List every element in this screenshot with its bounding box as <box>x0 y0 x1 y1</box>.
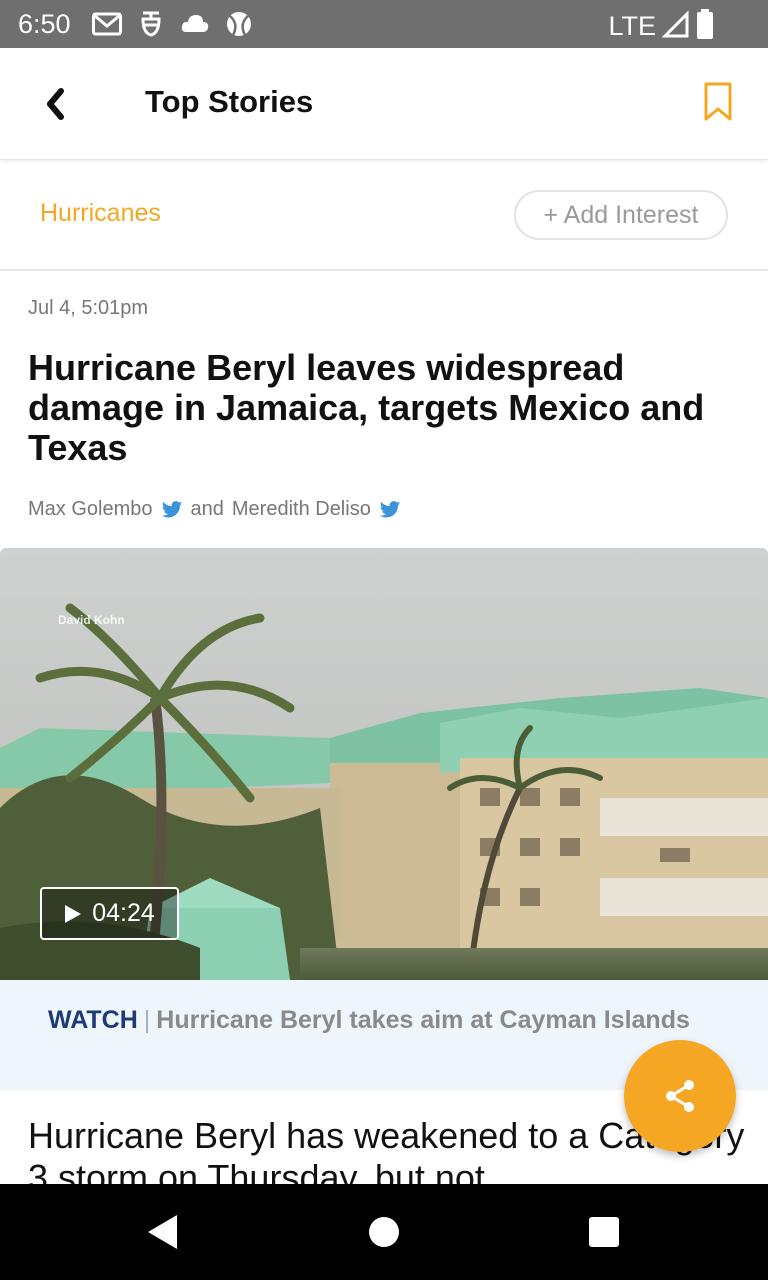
cloud-icon <box>180 10 210 38</box>
interests-row: Hurricanes + Add Interest <box>0 161 768 271</box>
byline-joiner: and <box>190 498 224 520</box>
play-icon <box>65 904 82 923</box>
twitter-icon[interactable] <box>161 500 183 520</box>
chevron-left-icon <box>47 88 64 120</box>
author-name[interactable]: Max Golembo <box>28 498 153 521</box>
watch-label: WATCH <box>48 1006 138 1034</box>
nav-home-button[interactable] <box>364 1212 404 1252</box>
video-player[interactable]: David Kohn 04:24 <box>0 548 768 980</box>
article-date: Jul 4, 5:01pm <box>28 297 149 319</box>
battery-icon <box>696 9 714 44</box>
watch-caption-text: Hurricane Beryl takes aim at Cayman Isla… <box>156 1006 690 1034</box>
add-interest-button[interactable]: + Add Interest <box>514 190 728 240</box>
author-name[interactable]: Meredith Deliso <box>232 498 371 521</box>
status-right: LTE <box>608 9 714 44</box>
article-byline: Max Golembo and Meredith Deliso <box>28 498 401 521</box>
video-duration: 04:24 <box>92 899 155 927</box>
video-watermark: David Kohn <box>58 613 125 627</box>
back-button[interactable] <box>36 78 76 130</box>
interest-tag-hurricanes[interactable]: Hurricanes <box>40 199 161 228</box>
bookmark-icon <box>704 82 732 121</box>
sports-icon <box>224 10 254 38</box>
share-icon <box>666 1080 694 1112</box>
network-type: LTE <box>608 11 656 41</box>
bookmark-button[interactable] <box>704 82 736 126</box>
gmail-icon <box>92 10 122 38</box>
recents-square-icon <box>589 1217 619 1247</box>
watch-separator: | <box>143 1006 151 1034</box>
status-time: 6:50 <box>18 9 71 39</box>
nav-back-button[interactable] <box>144 1212 184 1252</box>
article-headline: Hurricane Beryl leaves widespread damage… <box>28 347 705 468</box>
app-bar: Top Stories <box>0 48 768 160</box>
back-triangle-icon <box>148 1215 177 1249</box>
share-button[interactable] <box>624 1040 736 1152</box>
home-circle-icon <box>369 1217 399 1247</box>
status-bar: 6:50 LTE <box>0 0 768 48</box>
system-nav-bar <box>0 1184 768 1280</box>
signal-icon <box>661 10 690 43</box>
twitter-icon[interactable] <box>379 500 401 520</box>
status-notification-icons <box>92 10 254 38</box>
page-title: Top Stories <box>145 84 314 119</box>
video-duration-badge[interactable]: 04:24 <box>40 887 179 940</box>
notification-app-icon <box>136 10 166 38</box>
nav-recents-button[interactable] <box>584 1212 624 1252</box>
